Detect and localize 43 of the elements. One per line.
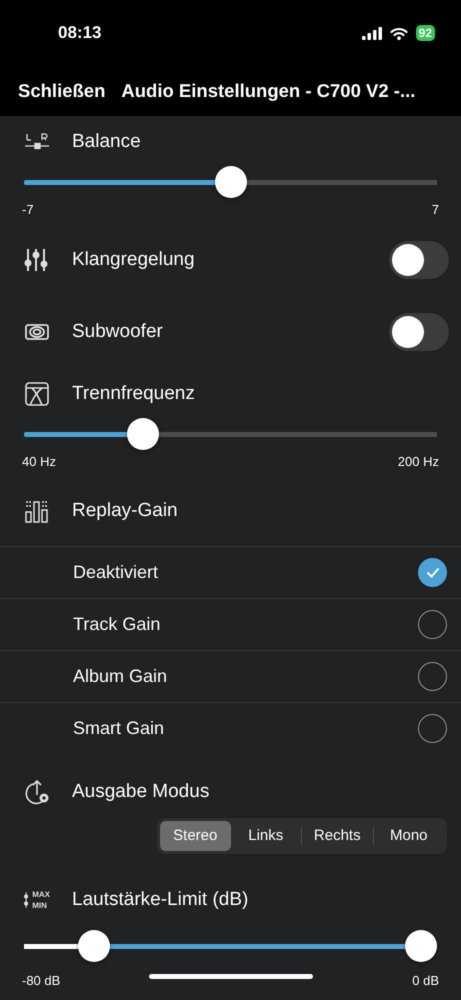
radio-button[interactable] — [418, 662, 447, 691]
icon-caption: MAX — [32, 889, 50, 900]
toggle-switch[interactable] — [389, 313, 449, 351]
output-settings-icon — [24, 779, 50, 805]
signal-icon — [362, 26, 382, 40]
setting-label: Subwoofer — [72, 320, 163, 344]
crossover-icon — [24, 381, 50, 407]
slider-thumb[interactable] — [405, 930, 437, 962]
setting-label: Ausgabe Modus — [72, 780, 210, 804]
equalizer-icon — [24, 247, 50, 273]
slider-thumb[interactable] — [126, 418, 159, 450]
option-label: Smart Gain — [73, 717, 164, 740]
min-value: -80 dB — [22, 972, 60, 990]
segment-tab[interactable]: Stereo — [160, 821, 230, 851]
max-value: 7 — [432, 201, 439, 220]
clock-time: 08:13 — [58, 22, 102, 44]
segment-tab[interactable]: Rechts — [302, 821, 372, 851]
icon-caption: MIN — [32, 900, 48, 911]
setting-label: Klangregelung — [72, 248, 195, 272]
setting-label: Trennfrequenz — [72, 382, 195, 406]
wifi-icon — [390, 26, 408, 40]
segment-tab[interactable]: Mono — [374, 821, 444, 851]
setting-label: Balance — [72, 130, 141, 154]
slider-thumb[interactable] — [78, 930, 110, 962]
setting-label: Replay-Gain — [72, 498, 178, 523]
check-icon — [426, 567, 440, 578]
max-value: 0 dB — [412, 972, 439, 990]
radio-button[interactable] — [418, 610, 447, 639]
min-value: -7 — [22, 201, 34, 220]
option-label: Track Gain — [73, 613, 160, 636]
toggle-switch[interactable] — [389, 241, 449, 279]
setting-label: Lautstärke-Limit (dB) — [72, 888, 248, 912]
slider-thumb[interactable] — [214, 166, 246, 198]
radio-button[interactable] — [418, 714, 447, 743]
radio-button[interactable] — [418, 558, 447, 587]
screen-title: Audio Einstellungen - C700 V2 -... — [121, 79, 416, 104]
option-label: Deaktiviert — [73, 561, 158, 584]
close-link[interactable]: Schließen — [18, 77, 106, 105]
min-value: 40 Hz — [22, 453, 56, 472]
option-label: Album Gain — [73, 665, 168, 688]
segment-tab[interactable]: Links — [230, 821, 301, 851]
battery-level: 92 — [416, 25, 435, 41]
max-value: 200 Hz — [398, 453, 439, 472]
